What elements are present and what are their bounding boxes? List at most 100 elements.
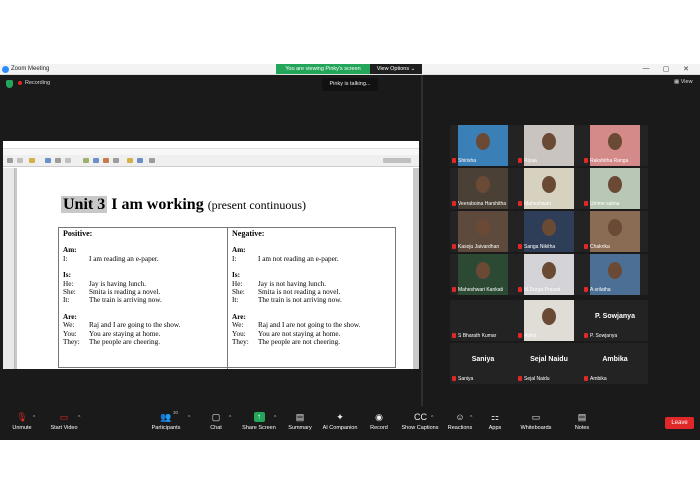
section-label: Is: bbox=[232, 271, 240, 280]
ai-companion-button[interactable]: ✦ AI Companion bbox=[319, 412, 361, 431]
participant-name: M.Durga Prasad bbox=[524, 287, 561, 293]
participant-tile[interactable]: Sejal Naidu Sejal Naidu bbox=[516, 343, 582, 384]
section-label: Am: bbox=[232, 246, 246, 255]
leave-button[interactable]: Leave bbox=[665, 417, 694, 429]
split-divider[interactable] bbox=[421, 75, 423, 406]
view-options-button[interactable]: View Options ⌄ bbox=[370, 64, 422, 74]
participant-name-bar: P. Sowjanya bbox=[582, 333, 617, 340]
participant-tile[interactable]: M.Durga Prasad bbox=[516, 254, 582, 295]
example-row: They: The people are cheering. bbox=[63, 338, 161, 347]
ai-companion-label: AI Companion bbox=[322, 425, 358, 431]
start-video-button[interactable]: ▭ Start Video bbox=[48, 412, 80, 431]
section-label: Are: bbox=[63, 312, 77, 321]
unmute-label: Unmute bbox=[12, 425, 32, 431]
participant-tile[interactable]: Umme salma bbox=[582, 168, 648, 209]
participant-name: Veeraboina Harshitha bbox=[458, 201, 507, 207]
participant-tile[interactable]: Riyaa bbox=[516, 125, 582, 166]
chevron-down-icon: ⌄ bbox=[410, 66, 416, 72]
show-captions-button[interactable]: CC Show Captions bbox=[400, 412, 440, 431]
negative-header: Negative: bbox=[232, 229, 265, 238]
participant-tile[interactable]: Saniya Saniya bbox=[450, 343, 516, 384]
participant-name: Rakshitha Ranga bbox=[590, 158, 629, 164]
participant-tile[interactable]: Chakrika bbox=[582, 211, 648, 252]
mic-muted-icon bbox=[518, 333, 522, 339]
chevron-up-icon[interactable]: ^ bbox=[188, 415, 190, 421]
chevron-up-icon[interactable]: ^ bbox=[274, 415, 276, 421]
shield-icon[interactable] bbox=[6, 80, 13, 88]
notes-button[interactable]: ▤ Notes bbox=[571, 412, 593, 431]
whiteboard-icon: ▭ bbox=[531, 412, 541, 422]
participant-tile[interactable]: Veeraboina Harshitha bbox=[450, 168, 516, 209]
participant-tile[interactable]: S Bharath Kumar bbox=[450, 300, 516, 341]
participant-tile[interactable]: Kasoju Jaivardhan bbox=[450, 211, 516, 252]
example-row: He: Jay is having lunch. bbox=[63, 279, 147, 288]
participant-tile[interactable]: Shirisha bbox=[450, 125, 516, 166]
participant-face bbox=[542, 133, 556, 150]
chevron-up-icon[interactable]: ^ bbox=[229, 415, 231, 421]
participant-tile[interactable]: Ambika Ambika bbox=[582, 343, 648, 384]
participant-name: P. Sowjanya bbox=[590, 333, 618, 339]
whiteboards-label: Whiteboards bbox=[520, 425, 552, 431]
view-options-label: View Options bbox=[376, 66, 410, 72]
mic-off-icon: 🎙 bbox=[16, 412, 28, 422]
participant-name: A srilatha bbox=[590, 287, 611, 293]
participant-tile[interactable]: Maheshwari Kankati bbox=[450, 254, 516, 295]
unmute-button[interactable]: 🎙 Unmute bbox=[8, 412, 36, 431]
participant-name-bar: Sejal Naidu bbox=[516, 376, 550, 383]
participant-face bbox=[608, 133, 622, 150]
shared-screen: Unit 3 I am working (present continuous)… bbox=[3, 141, 419, 369]
participant-tile[interactable]: Sanga Nikitha bbox=[516, 211, 582, 252]
mic-muted-icon bbox=[584, 244, 588, 250]
participant-tile[interactable]: Rakshitha Ranga bbox=[582, 125, 648, 166]
participant-name: Aisha bbox=[524, 333, 537, 339]
example-row: I: I am reading an e-paper. bbox=[63, 254, 159, 263]
share-screen-button[interactable]: ↑ Share Screen bbox=[241, 412, 277, 431]
recording-label: Recording bbox=[25, 80, 51, 86]
close-button[interactable]: ✕ bbox=[678, 65, 694, 73]
chevron-up-icon[interactable]: ^ bbox=[33, 415, 35, 421]
grid-icon: ▦ bbox=[674, 79, 681, 85]
participant-display-name: Sejal Naidu bbox=[530, 356, 568, 363]
summary-label: Summary bbox=[288, 425, 312, 431]
participant-tile[interactable]: Aisha bbox=[516, 300, 582, 341]
example-row: We: Raj and I are not going to the show. bbox=[232, 321, 361, 330]
screen: Zoom Meeting — ▢ ✕ You are viewing Pinky… bbox=[0, 0, 700, 500]
participant-name-bar: Saniya bbox=[450, 376, 473, 383]
example-row: They: The people are not cheering. bbox=[232, 338, 341, 347]
mic-muted-icon bbox=[518, 287, 522, 293]
participant-tile[interactable]: Maheshwari bbox=[516, 168, 582, 209]
apps-label: Apps bbox=[488, 425, 502, 431]
participant-name: S Bharath Kumar bbox=[458, 333, 497, 339]
window-title: Zoom Meeting bbox=[11, 66, 50, 72]
active-speaker-label: Pinky is talking... bbox=[322, 78, 378, 91]
participant-face bbox=[476, 219, 490, 236]
chat-button[interactable]: ▢ Chat bbox=[205, 412, 227, 431]
chevron-up-icon[interactable]: ^ bbox=[78, 415, 80, 421]
participant-name-bar: Shirisha bbox=[450, 158, 476, 165]
example-row: It: The train is arriving now. bbox=[63, 296, 162, 305]
record-button[interactable]: ◉ Record bbox=[366, 412, 392, 431]
participant-face bbox=[476, 176, 490, 193]
example-row: We: Raj and I are going to the show. bbox=[63, 321, 181, 330]
view-button[interactable]: ▦ View bbox=[674, 79, 693, 85]
participant-name: Shirisha bbox=[458, 158, 477, 164]
maximize-button[interactable]: ▢ bbox=[658, 65, 674, 73]
participant-name-bar: Riyaa bbox=[516, 158, 537, 165]
participant-name-bar: Kasoju Jaivardhan bbox=[450, 244, 499, 251]
record-icon: ◉ bbox=[375, 412, 383, 422]
positive-header: Positive: bbox=[63, 229, 93, 238]
chevron-up-icon[interactable]: ^ bbox=[431, 415, 433, 421]
participant-name-bar: Aisha bbox=[516, 333, 537, 340]
whiteboards-button[interactable]: ▭ Whiteboards bbox=[518, 412, 554, 431]
participant-tile[interactable]: A srilatha bbox=[582, 254, 648, 295]
participant-name: Umme salma bbox=[590, 201, 620, 207]
apps-button[interactable]: ⚏ Apps bbox=[485, 412, 505, 431]
summary-icon: ▤ bbox=[295, 412, 305, 422]
recording-indicator[interactable]: Recording bbox=[18, 79, 50, 88]
participant-tile[interactable]: P. Sowjanya P. Sowjanya bbox=[582, 300, 648, 341]
participant-name: Kasoju Jaivardhan bbox=[458, 244, 500, 250]
participant-display-name: Saniya bbox=[471, 356, 495, 363]
summary-button[interactable]: ▤ Summary bbox=[285, 412, 315, 431]
chevron-up-icon[interactable]: ^ bbox=[470, 415, 472, 421]
minimize-button[interactable]: — bbox=[638, 65, 654, 72]
